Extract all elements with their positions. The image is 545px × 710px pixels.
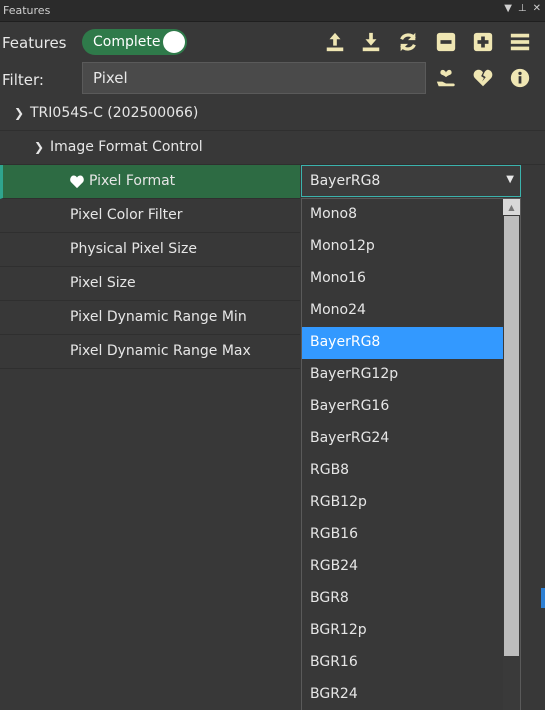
- tree-item-label: Physical Pixel Size: [70, 241, 197, 257]
- tree-item-pixel-dynamic-range-min[interactable]: Pixel Dynamic Range Min: [0, 301, 300, 335]
- chevron-down-icon[interactable]: ❯: [34, 140, 44, 154]
- dropdown-option[interactable]: BGR16: [302, 647, 504, 679]
- dropdown-option[interactable]: BGR24: [302, 679, 504, 710]
- collapse-all-icon[interactable]: [434, 30, 458, 54]
- chevron-down-icon[interactable]: ❯: [14, 106, 24, 120]
- close-icon[interactable]: ✕: [533, 3, 541, 14]
- tree-item-label: Pixel Color Filter: [70, 207, 183, 223]
- tree-node-category[interactable]: ❯ Image Format Control: [0, 131, 545, 165]
- device-label: TRI054S-C (202500066): [30, 105, 199, 121]
- category-label: Image Format Control: [50, 139, 203, 155]
- dropdown-option[interactable]: RGB12p: [302, 487, 504, 519]
- tree-item-pixel-color-filter[interactable]: Pixel Color Filter: [0, 199, 300, 233]
- refresh-icon[interactable]: [396, 30, 420, 54]
- filter-row: Filter:: [0, 62, 545, 96]
- scrollbar-thumb[interactable]: [504, 216, 519, 656]
- chevron-down-icon[interactable]: ▼: [506, 174, 514, 185]
- filter-label: Filter:: [2, 71, 44, 89]
- toggle-knob: [163, 31, 185, 53]
- dropdown-option[interactable]: BGR12p: [302, 615, 504, 647]
- tree-item-physical-pixel-size[interactable]: Physical Pixel Size: [0, 233, 300, 267]
- tree-item-pixel-dynamic-range-max[interactable]: Pixel Dynamic Range Max: [0, 335, 300, 369]
- hand-heart-icon[interactable]: [434, 66, 458, 90]
- pin-icon[interactable]: ⊥: [518, 3, 527, 14]
- dropdown-option[interactable]: RGB24: [302, 551, 504, 583]
- panel-titlebar: Features ▼ ⊥ ✕: [0, 0, 545, 22]
- expand-all-icon[interactable]: [471, 30, 495, 54]
- dropdown-option[interactable]: Mono8: [302, 199, 504, 231]
- tree-item-label: Pixel Dynamic Range Max: [70, 343, 251, 359]
- dropdown-option[interactable]: BGR8: [302, 583, 504, 615]
- dropdown-scrollbar[interactable]: ▲: [503, 199, 520, 710]
- dropdown-option[interactable]: Mono24: [302, 295, 504, 327]
- dropdown-option[interactable]: BayerRG16: [302, 391, 504, 423]
- filter-input[interactable]: [82, 62, 426, 94]
- dropdown-option[interactable]: Mono16: [302, 263, 504, 295]
- tree-item-label: Pixel Size: [70, 275, 136, 291]
- features-label: Features: [2, 34, 67, 52]
- pixel-format-dropdown: Mono8 Mono12p Mono16 Mono24 BayerRG8 Bay…: [301, 198, 521, 710]
- dropdown-option[interactable]: RGB8: [302, 455, 504, 487]
- dropdown-option[interactable]: RGB16: [302, 519, 504, 551]
- tree-item-pixel-format[interactable]: Pixel Format: [0, 165, 300, 199]
- download-icon[interactable]: [359, 30, 383, 54]
- panel-menu-icon[interactable]: ▼: [504, 3, 512, 14]
- complete-toggle[interactable]: Complete: [82, 29, 187, 55]
- tree-item-label: Pixel Dynamic Range Min: [70, 309, 247, 325]
- pixel-format-value: BayerRG8: [310, 173, 381, 189]
- dropdown-option[interactable]: Mono12p: [302, 231, 504, 263]
- upload-icon[interactable]: [323, 30, 347, 54]
- edge-indicator: [541, 588, 545, 608]
- info-icon[interactable]: [508, 66, 532, 90]
- features-toolbar: Features Complete: [0, 24, 545, 60]
- tree-node-device[interactable]: ❯ TRI054S-C (202500066): [0, 97, 545, 131]
- dropdown-option[interactable]: BayerRG24: [302, 423, 504, 455]
- dropdown-option-highlighted[interactable]: BayerRG8: [302, 327, 504, 359]
- heart-icon[interactable]: [69, 174, 85, 193]
- tree-item-label: Pixel Format: [89, 173, 176, 189]
- scroll-up-icon[interactable]: ▲: [503, 199, 520, 215]
- tree-item-pixel-size[interactable]: Pixel Size: [0, 267, 300, 301]
- menu-icon[interactable]: [508, 30, 532, 54]
- panel-title: Features: [3, 4, 51, 17]
- toggle-label: Complete: [93, 34, 161, 50]
- dropdown-option[interactable]: BayerRG12p: [302, 359, 504, 391]
- heart-broken-icon[interactable]: [471, 66, 495, 90]
- pixel-format-select[interactable]: BayerRG8 ▼: [301, 165, 521, 197]
